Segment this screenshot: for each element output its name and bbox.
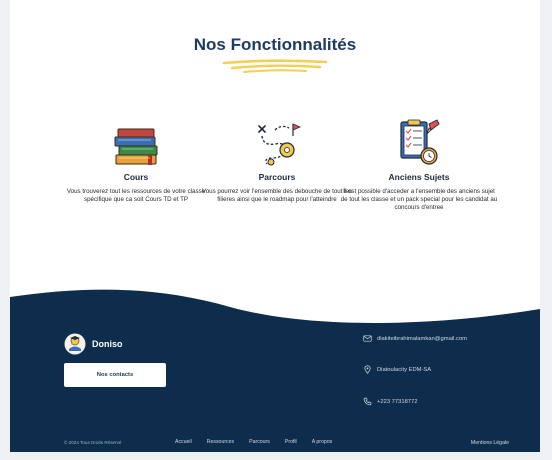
- features-title: Nos Fonctionnalités: [193, 35, 357, 54]
- contact-phone[interactable]: +223 77318772: [363, 397, 417, 406]
- footer: Doniso Nos contacts diakiteibrahimalamka…: [10, 285, 540, 452]
- feature-card-cours: Cours Vous trouverez tout les ressources…: [56, 108, 216, 204]
- feature-card-parcours: Parcours Vous pourrez voir l'ensemble de…: [197, 108, 357, 204]
- footer-nav-accueil[interactable]: Accueil: [175, 439, 192, 445]
- footer-nav: Accueil Ressources Parcours Profil A pro…: [175, 439, 347, 445]
- feature-title: Anciens Sujets: [388, 172, 450, 182]
- address-text: Diatoulacity EDM-SA: [377, 366, 432, 373]
- phone-icon: [363, 397, 372, 406]
- copyright-text: © 2024 Tous Droits Réservé: [64, 440, 122, 445]
- page: Nos Fonctionnalités Cours Vous trouverez…: [10, 0, 540, 452]
- footer-nav-parcours[interactable]: Parcours: [249, 439, 270, 445]
- email-text: diakiteibrahimalamkan@gmail.com: [377, 335, 467, 342]
- phone-text: +223 77318772: [377, 398, 418, 405]
- feature-title: Parcours: [258, 172, 296, 182]
- roadmap-icon: [258, 123, 302, 166]
- contact-email[interactable]: diakiteibrahimalamkan@gmail.com: [363, 334, 467, 343]
- books-icon: [114, 128, 158, 165]
- legal-link[interactable]: Mentions Légale: [471, 440, 509, 446]
- mail-icon: [363, 335, 372, 342]
- footer-nav-ressources[interactable]: Ressources: [207, 439, 234, 445]
- feature-description: Vous pourrez voir l'ensemble des debouch…: [201, 188, 353, 204]
- feature-description: Vous trouverez tout les ressources de vo…: [66, 188, 206, 204]
- contacts-button[interactable]: Nos contacts: [64, 363, 166, 387]
- location-pin-icon: [364, 365, 371, 374]
- footer-nav-profil[interactable]: Profil: [285, 439, 297, 445]
- footer-brand[interactable]: Doniso: [64, 333, 123, 355]
- brand-name: Doniso: [92, 339, 123, 349]
- feature-description: Il est possible d'acceder a l'ensemble d…: [340, 188, 498, 212]
- doniso-logo-icon: [64, 333, 86, 355]
- title-underline-decoration: [222, 59, 328, 73]
- exam-clipboard-icon: [400, 119, 440, 165]
- feature-card-anciens-sujets: Anciens Sujets Il est possible d'acceder…: [339, 108, 499, 212]
- footer-nav-apropos[interactable]: A propos: [312, 439, 332, 445]
- feature-title: Cours: [123, 172, 149, 182]
- contact-address: Diatoulacity EDM-SA: [363, 365, 431, 374]
